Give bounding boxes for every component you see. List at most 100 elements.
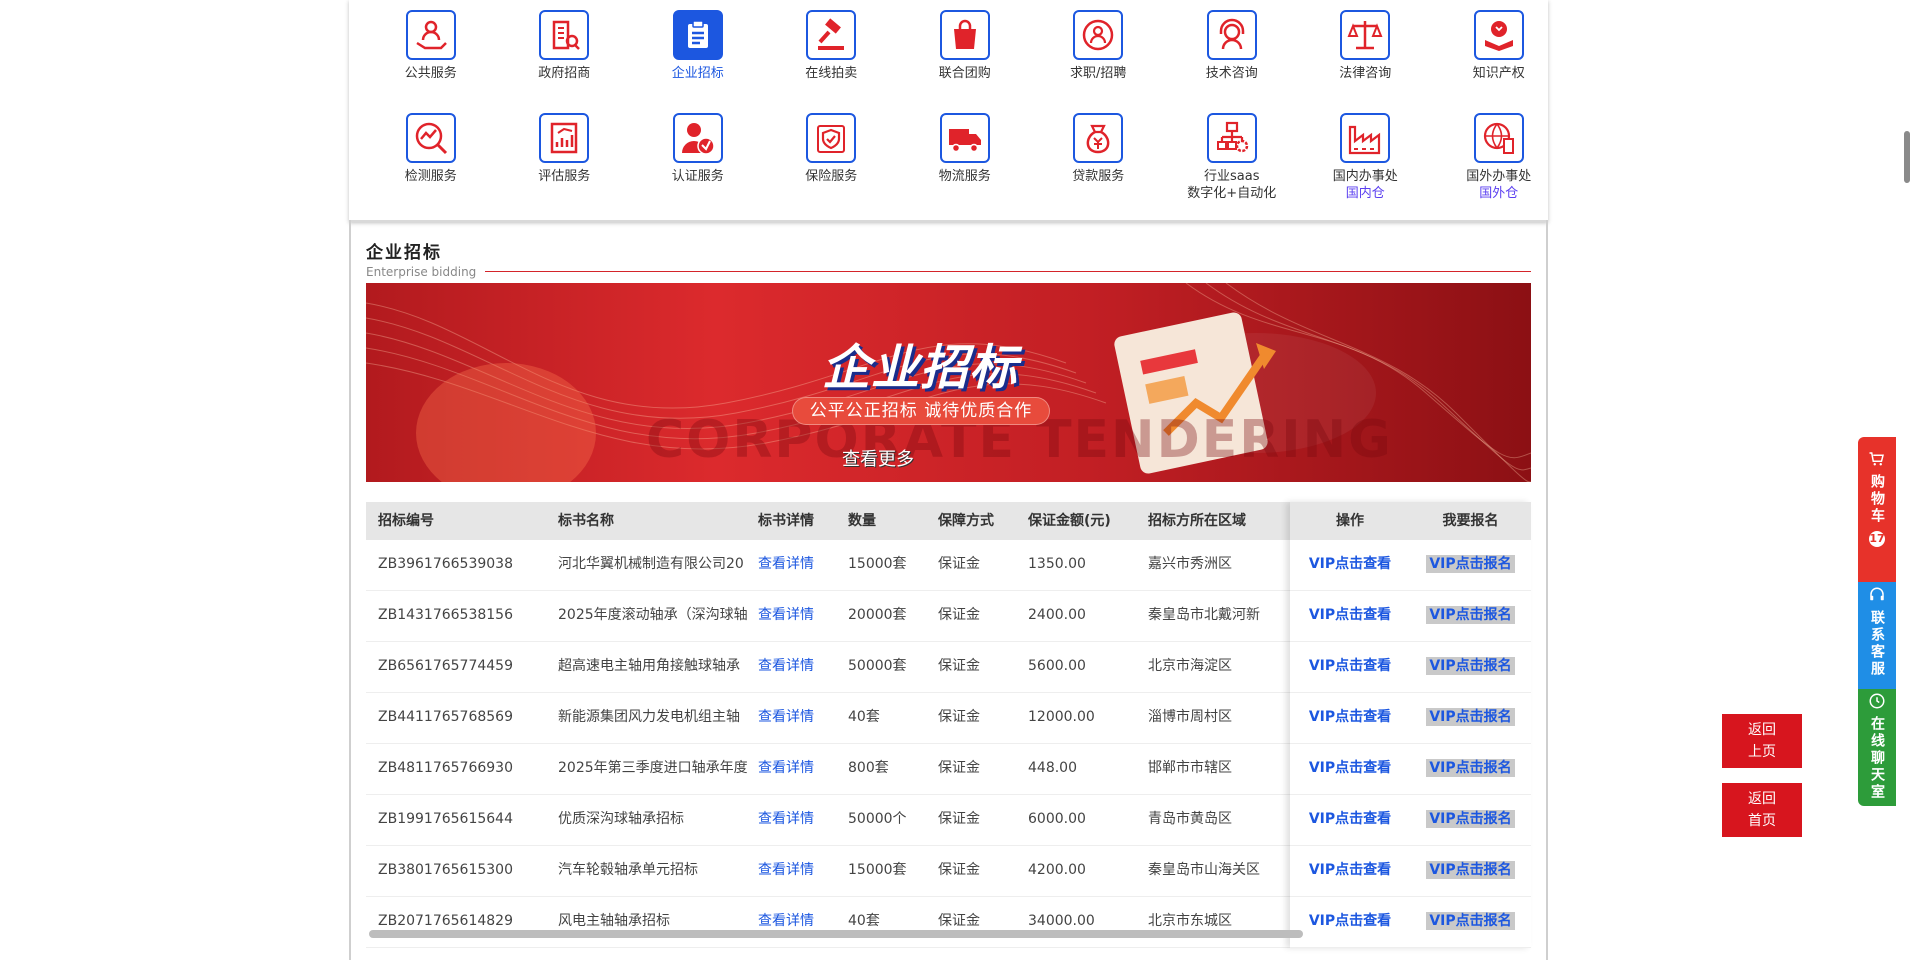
view-details-link[interactable]: 查看详情 xyxy=(758,693,838,742)
category-sublabel[interactable]: 国外仓 xyxy=(1479,185,1518,202)
fixed-header: 操作 我要报名 xyxy=(1290,502,1531,540)
vip-signup-button[interactable]: VIP点击报名 xyxy=(1426,759,1515,777)
vip-view-link[interactable]: VIP点击查看 xyxy=(1309,658,1391,674)
back-previous-button[interactable]: 返回 上页 xyxy=(1722,714,1802,768)
table-cell: 新能源集团风力发电机组主轴 xyxy=(558,709,740,725)
customer-service-button[interactable]: 联系客服 xyxy=(1858,582,1896,689)
category-item[interactable]: 公共服务 xyxy=(364,10,498,113)
view-details-link[interactable]: 查看详情 xyxy=(758,897,838,946)
vip-view-link[interactable]: VIP点击查看 xyxy=(1309,862,1391,878)
back-home-button[interactable]: 返回 首页 xyxy=(1722,783,1802,837)
category-icon-box xyxy=(405,10,456,60)
category-item[interactable]: 企业招标 xyxy=(631,10,765,113)
category-item[interactable]: 保险服务 xyxy=(765,113,899,216)
category-item[interactable]: 在线拍卖 xyxy=(765,10,899,113)
category-icon-box xyxy=(1473,113,1524,163)
category-icon-box xyxy=(539,10,590,60)
column-header: 招标方所在区域 xyxy=(1148,513,1246,529)
table-cell: 448.00 xyxy=(1028,760,1077,776)
category-item[interactable]: 技术咨询 xyxy=(1165,10,1299,113)
table-cell: 40套 xyxy=(848,913,880,929)
column-header: 数量 xyxy=(848,513,876,529)
page-vertical-scrollbar[interactable] xyxy=(1904,131,1910,183)
section-subtitle: Enterprise bidding xyxy=(366,265,477,279)
table-cell: 5600.00 xyxy=(1028,658,1086,674)
vip-signup-button[interactable]: VIP点击报名 xyxy=(1426,555,1515,573)
vip-signup-cell: VIP点击报名 xyxy=(1410,846,1531,895)
view-details-link[interactable]: 查看详情 xyxy=(758,540,838,589)
view-details-link[interactable]: 查看详情 xyxy=(758,795,838,844)
table-cell: 2400.00 xyxy=(1028,607,1086,623)
chat-room-button[interactable]: 在线聊天室 xyxy=(1858,689,1896,806)
vip-view-link[interactable]: VIP点击查看 xyxy=(1309,556,1391,572)
category-sublabel[interactable]: 国内仓 xyxy=(1346,185,1385,202)
category-label: 国内办事处 xyxy=(1332,169,1398,184)
fixed-row: VIP点击查看 VIP点击报名 xyxy=(1290,540,1531,591)
category-item[interactable]: 物流服务 xyxy=(898,113,1032,216)
table-cell: 保证金 xyxy=(938,760,980,776)
category-item[interactable]: 评估服务 xyxy=(498,113,632,216)
category-item[interactable]: 法律咨询 xyxy=(1299,10,1433,113)
category-item[interactable]: 认证服务 xyxy=(631,113,765,216)
vip-signup-cell: VIP点击报名 xyxy=(1410,795,1531,844)
tender-banner[interactable]: CORPORATE TENDERING 企业招标 公平公正招标 诚待优质合作 查… xyxy=(366,283,1531,482)
clipboard-icon xyxy=(687,20,708,48)
column-header: 标书详情 xyxy=(758,513,814,529)
vip-signup-button[interactable]: VIP点击报名 xyxy=(1426,861,1515,879)
view-more-link[interactable]: 查看更多 xyxy=(842,445,914,471)
vip-signup-cell: VIP点击报名 xyxy=(1410,591,1531,640)
money-bag-icon xyxy=(1086,124,1110,154)
vip-signup-button[interactable]: VIP点击报名 xyxy=(1426,912,1515,930)
table-cell: 800套 xyxy=(848,760,889,776)
table-cell: ZB1431766538156 xyxy=(378,607,513,623)
view-details-link[interactable]: 查看详情 xyxy=(758,591,838,640)
table-cell: 风电主轴轴承招标 xyxy=(558,913,670,929)
category-icon-box xyxy=(1473,10,1524,60)
vip-view-link[interactable]: VIP点击查看 xyxy=(1309,709,1391,725)
category-item[interactable]: 联合团购 xyxy=(898,10,1032,113)
service-category-panel: 公共服务 政府招商 企业招标 在线拍卖 联合团购 求职/招聘 技术咨询 法律咨询 知识产权 检测服… xyxy=(349,0,1548,222)
view-details-link[interactable]: 查看详情 xyxy=(758,642,838,691)
vip-view-cell: VIP点击查看 xyxy=(1290,744,1410,793)
view-details-link[interactable]: 查看详情 xyxy=(758,744,838,793)
fixed-row: VIP点击查看 VIP点击报名 xyxy=(1290,693,1531,744)
fixed-row: VIP点击查看 VIP点击报名 xyxy=(1290,744,1531,795)
table-cell: ZB2071765614829 xyxy=(378,913,513,929)
vip-signup-button[interactable]: VIP点击报名 xyxy=(1426,606,1515,624)
table-cell: 秦皇岛市山海关区 xyxy=(1148,862,1260,878)
category-item[interactable]: 国内办事处 国内仓 xyxy=(1299,113,1433,216)
category-label: 贷款服务 xyxy=(1072,169,1125,184)
vip-view-cell: VIP点击查看 xyxy=(1290,693,1410,742)
category-icon-box xyxy=(405,113,456,163)
vip-signup-button[interactable]: VIP点击报名 xyxy=(1426,708,1515,726)
fixed-row: VIP点击查看 VIP点击报名 xyxy=(1290,591,1531,642)
vip-view-link[interactable]: VIP点击查看 xyxy=(1309,607,1391,623)
category-item[interactable]: 政府招商 xyxy=(498,10,632,113)
vip-view-cell: VIP点击查看 xyxy=(1290,591,1410,640)
globe-building-icon xyxy=(1483,122,1514,154)
cart-button[interactable]: 购物车 17 xyxy=(1858,437,1896,582)
category-item[interactable]: 求职/招聘 xyxy=(1032,10,1166,113)
vip-signup-button[interactable]: VIP点击报名 xyxy=(1426,810,1515,828)
section-divider xyxy=(485,271,1531,272)
category-item[interactable]: 国外办事处 国外仓 xyxy=(1432,113,1566,216)
vip-view-link[interactable]: VIP点击查看 xyxy=(1309,760,1391,776)
view-details-link[interactable]: 查看详情 xyxy=(758,846,838,895)
table-horizontal-scrollbar[interactable] xyxy=(369,930,1303,938)
table-cell: 淄博市周村区 xyxy=(1148,709,1232,725)
vip-signup-button[interactable]: VIP点击报名 xyxy=(1426,657,1515,675)
shield-check-icon xyxy=(817,125,846,153)
category-item[interactable]: 检测服务 xyxy=(364,113,498,216)
table-cell: 50000套 xyxy=(848,658,907,674)
category-item[interactable]: 知识产权 xyxy=(1432,10,1566,113)
scales-icon xyxy=(1347,21,1383,50)
back-line2: 上页 xyxy=(1748,744,1776,760)
vip-signup-cell: VIP点击报名 xyxy=(1410,540,1531,589)
table-cell: 15000套 xyxy=(848,556,907,572)
category-item[interactable]: 行业saas 数字化+自动化 xyxy=(1165,113,1299,216)
vip-view-link[interactable]: VIP点击查看 xyxy=(1309,913,1391,929)
vip-view-link[interactable]: VIP点击查看 xyxy=(1309,811,1391,827)
category-item[interactable]: 贷款服务 xyxy=(1032,113,1166,216)
category-icon-box xyxy=(806,10,857,60)
category-label: 企业招标 xyxy=(671,66,724,81)
